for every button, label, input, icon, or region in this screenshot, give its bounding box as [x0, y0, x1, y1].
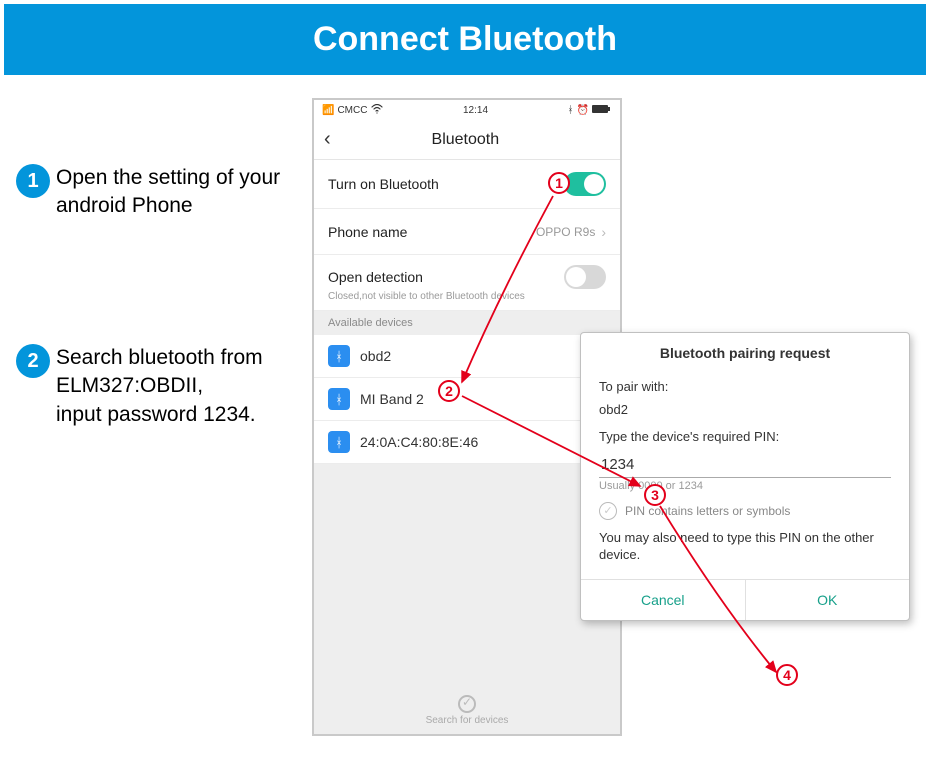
phone-frame: 📶 CMCC 12:14 ᚼ ⏰ ‹ Bluetooth Turn on Blu…	[312, 98, 622, 736]
pin-hint: Usually 0000 or 1234	[599, 480, 891, 492]
step-badge: 2	[16, 344, 50, 378]
step-text: Search bluetooth from ELM327:OBDII, inpu…	[56, 344, 306, 429]
footer-label: Search for devices	[426, 715, 509, 726]
row-open-detection[interactable]: Open detection Closed,not visible to oth…	[314, 255, 620, 311]
section-available-devices: Available devices	[314, 311, 620, 335]
pair-device-name: obd2	[599, 402, 891, 419]
checkbox-label: PIN contains letters or symbols	[625, 504, 790, 518]
scan-icon	[458, 695, 476, 713]
bluetooth-icon: ᚼ	[328, 388, 350, 410]
detection-toggle[interactable]	[564, 265, 606, 289]
bluetooth-status-icon: ᚼ	[568, 105, 574, 116]
page-title: Bluetooth	[321, 131, 610, 149]
bluetooth-icon: ᚼ	[328, 345, 350, 367]
annotation-1: 1	[548, 172, 570, 194]
checkbox-icon: ✓	[599, 502, 617, 520]
dialog-note: You may also need to type this PIN on th…	[599, 530, 891, 564]
annotation-4: 4	[776, 664, 798, 686]
carrier-label: CMCC	[337, 105, 367, 116]
search-for-devices[interactable]: Search for devices	[314, 686, 620, 734]
banner: Connect Bluetooth	[4, 4, 926, 75]
nav-header: ‹ Bluetooth	[314, 120, 620, 160]
row-label: Turn on Bluetooth	[328, 176, 564, 192]
row-turn-on-bluetooth[interactable]: Turn on Bluetooth	[314, 160, 620, 209]
cancel-button[interactable]: Cancel	[581, 580, 745, 620]
clock: 12:14	[383, 105, 567, 116]
instruction-step-1: 1 Open the setting of your android Phone	[16, 164, 296, 221]
pin-input[interactable]: 1234	[599, 452, 891, 478]
ok-button[interactable]: OK	[745, 580, 910, 620]
row-label: Phone name	[328, 224, 536, 240]
battery-icon	[592, 104, 612, 117]
pair-with-label: To pair with:	[599, 379, 891, 396]
signal-icon: 📶	[322, 105, 334, 116]
device-name: MI Band 2	[360, 391, 424, 407]
pin-letters-checkbox[interactable]: ✓ PIN contains letters or symbols	[599, 502, 891, 520]
step-text: Open the setting of your android Phone	[56, 164, 296, 221]
device-name: 24:0A:C4:80:8E:46	[360, 434, 478, 450]
phone-name-value: OPPO R9s	[536, 225, 595, 239]
bluetooth-toggle[interactable]	[564, 172, 606, 196]
annotation-3: 3	[644, 484, 666, 506]
pairing-dialog: Bluetooth pairing request To pair with: …	[580, 332, 910, 621]
device-mi-band-2[interactable]: ᚼ MI Band 2	[314, 378, 620, 421]
device-mac-address[interactable]: ᚼ 24:0A:C4:80:8E:46	[314, 421, 620, 464]
dialog-title: Bluetooth pairing request	[581, 333, 909, 369]
row-label: Open detection	[328, 269, 564, 285]
banner-title: Connect Bluetooth	[313, 20, 617, 58]
bluetooth-icon: ᚼ	[328, 431, 350, 453]
instruction-step-2: 2 Search bluetooth from ELM327:OBDII, in…	[16, 344, 306, 429]
device-obd2[interactable]: ᚼ obd2	[314, 335, 620, 378]
status-bar: 📶 CMCC 12:14 ᚼ ⏰	[314, 100, 620, 120]
row-phone-name[interactable]: Phone name OPPO R9s ›	[314, 209, 620, 255]
device-name: obd2	[360, 348, 391, 364]
alarm-icon: ⏰	[577, 105, 589, 116]
chevron-right-icon: ›	[601, 224, 606, 240]
empty-area	[314, 464, 620, 686]
wifi-icon	[371, 104, 383, 117]
step-badge: 1	[16, 164, 50, 198]
pin-prompt: Type the device's required PIN:	[599, 429, 891, 446]
row-subtext: Closed,not visible to other Bluetooth de…	[328, 291, 606, 302]
annotation-2: 2	[438, 380, 460, 402]
